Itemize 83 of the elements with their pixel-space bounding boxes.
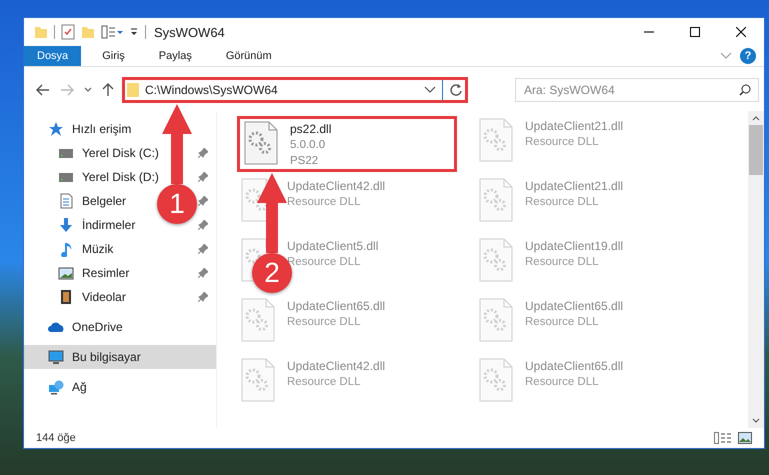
sidebar-item[interactable]: Videolar — [24, 285, 130, 309]
back-arrow-icon[interactable] — [36, 84, 50, 96]
file-detail: Resource DLL — [287, 375, 362, 390]
file-detail: Resource DLL — [287, 315, 362, 330]
maximize-icon — [690, 27, 700, 37]
star-icon — [48, 121, 64, 137]
dropdown-icon[interactable] — [129, 26, 139, 38]
music-note-icon — [58, 241, 74, 257]
ribbon-tab[interactable]: Dosya — [24, 46, 82, 66]
sidebar-item[interactable]: OneDrive — [24, 315, 127, 339]
step-number: 1 — [157, 184, 197, 224]
sidebar-item[interactable]: Bu bilgisayar — [24, 345, 216, 369]
file-name: UpdateClient65.dll — [525, 358, 624, 374]
pin-icon[interactable] — [198, 196, 208, 206]
file-detail: Resource DLL — [525, 255, 600, 270]
close-icon — [736, 27, 746, 37]
pin-icon[interactable] — [198, 292, 208, 302]
sidebar-item[interactable]: Resimler — [24, 261, 134, 285]
search-field[interactable]: Ara: SysWOW64 — [515, 78, 759, 102]
gear-file-icon — [479, 298, 513, 342]
pin-icon[interactable] — [198, 148, 208, 158]
pin-icon[interactable] — [198, 220, 208, 230]
file-detail: Resource DLL — [525, 375, 600, 390]
gear-file-icon — [479, 238, 513, 282]
gear-file-icon — [479, 178, 513, 222]
document-icon — [58, 193, 74, 209]
ribbon-tab[interactable]: Paylaş — [146, 46, 205, 66]
search-icon[interactable] — [739, 84, 751, 96]
details-view-icon[interactable] — [714, 432, 732, 444]
properties-icon[interactable] — [101, 25, 123, 39]
address-bar[interactable]: C:\Windows\SysWOW64 — [122, 77, 468, 103]
help-button[interactable]: ? — [740, 48, 756, 64]
file-name: UpdateClient5.dll — [287, 238, 378, 254]
large-icons-view-icon[interactable] — [738, 432, 752, 444]
file-name: UpdateClient42.dll — [287, 178, 386, 194]
sidebar-item[interactable]: İndirmeler — [24, 213, 140, 237]
file-detail: Resource DLL — [287, 255, 362, 270]
window-title: SysWOW64 — [154, 24, 225, 40]
vertical-scrollbar[interactable] — [748, 111, 764, 428]
monitor-icon — [48, 349, 64, 365]
file-detail: 5.0.0.0 — [290, 138, 326, 153]
gear-file-icon — [479, 358, 513, 402]
file-name: UpdateClient21.dll — [525, 118, 624, 134]
gear-file-icon — [244, 121, 278, 165]
gear-file-icon — [479, 118, 513, 162]
sidebar-item[interactable]: Ağ — [24, 375, 91, 399]
sidebar-item[interactable]: Belgeler — [24, 189, 130, 213]
chevron-down-icon[interactable] — [424, 86, 436, 94]
selected-file-tile[interactable]: ps22.dll 5.0.0.0 PS22 — [237, 116, 457, 172]
pin-icon[interactable] — [198, 268, 208, 278]
gear-file-icon — [241, 358, 275, 402]
file-detail: Resource DLL — [525, 135, 600, 150]
scroll-down-icon[interactable] — [752, 418, 760, 424]
file-detail: PS22 — [290, 154, 320, 169]
file-name: UpdateClient65.dll — [525, 298, 624, 314]
checklist-icon[interactable] — [61, 24, 75, 40]
file-detail: Resource DLL — [287, 195, 362, 210]
pin-icon[interactable] — [198, 244, 208, 254]
network-icon — [48, 379, 64, 395]
sidebar-item[interactable]: Hızlı erişim — [24, 117, 136, 141]
scroll-up-icon[interactable] — [752, 115, 760, 121]
refresh-icon[interactable] — [449, 83, 463, 97]
ribbon-tab[interactable]: Giriş — [89, 46, 138, 66]
file-name: UpdateClient21.dll — [525, 178, 624, 194]
ribbon-tab[interactable]: Görünüm — [212, 46, 285, 66]
file-name: UpdateClient65.dll — [287, 298, 386, 314]
item-count: 144 öğe — [36, 432, 76, 444]
pin-icon[interactable] — [198, 172, 208, 182]
up-arrow-icon[interactable] — [102, 83, 114, 97]
folder-icon — [127, 82, 139, 98]
file-name: UpdateClient42.dll — [287, 358, 386, 374]
download-arrow-icon — [58, 217, 74, 233]
scrollbar-thumb[interactable] — [749, 125, 763, 175]
chevron-down-icon[interactable] — [84, 87, 92, 93]
file-name: ps22.dll — [290, 121, 332, 137]
file-detail: Resource DLL — [525, 195, 600, 210]
film-icon — [58, 289, 74, 305]
sidebar-item[interactable]: Yerel Disk (C:) — [24, 141, 163, 165]
picture-icon — [58, 265, 74, 281]
file-detail: Resource DLL — [525, 315, 600, 330]
gear-file-icon — [241, 298, 275, 342]
file-name: UpdateClient19.dll — [525, 238, 624, 254]
sidebar-item[interactable]: Müzik — [24, 237, 118, 261]
